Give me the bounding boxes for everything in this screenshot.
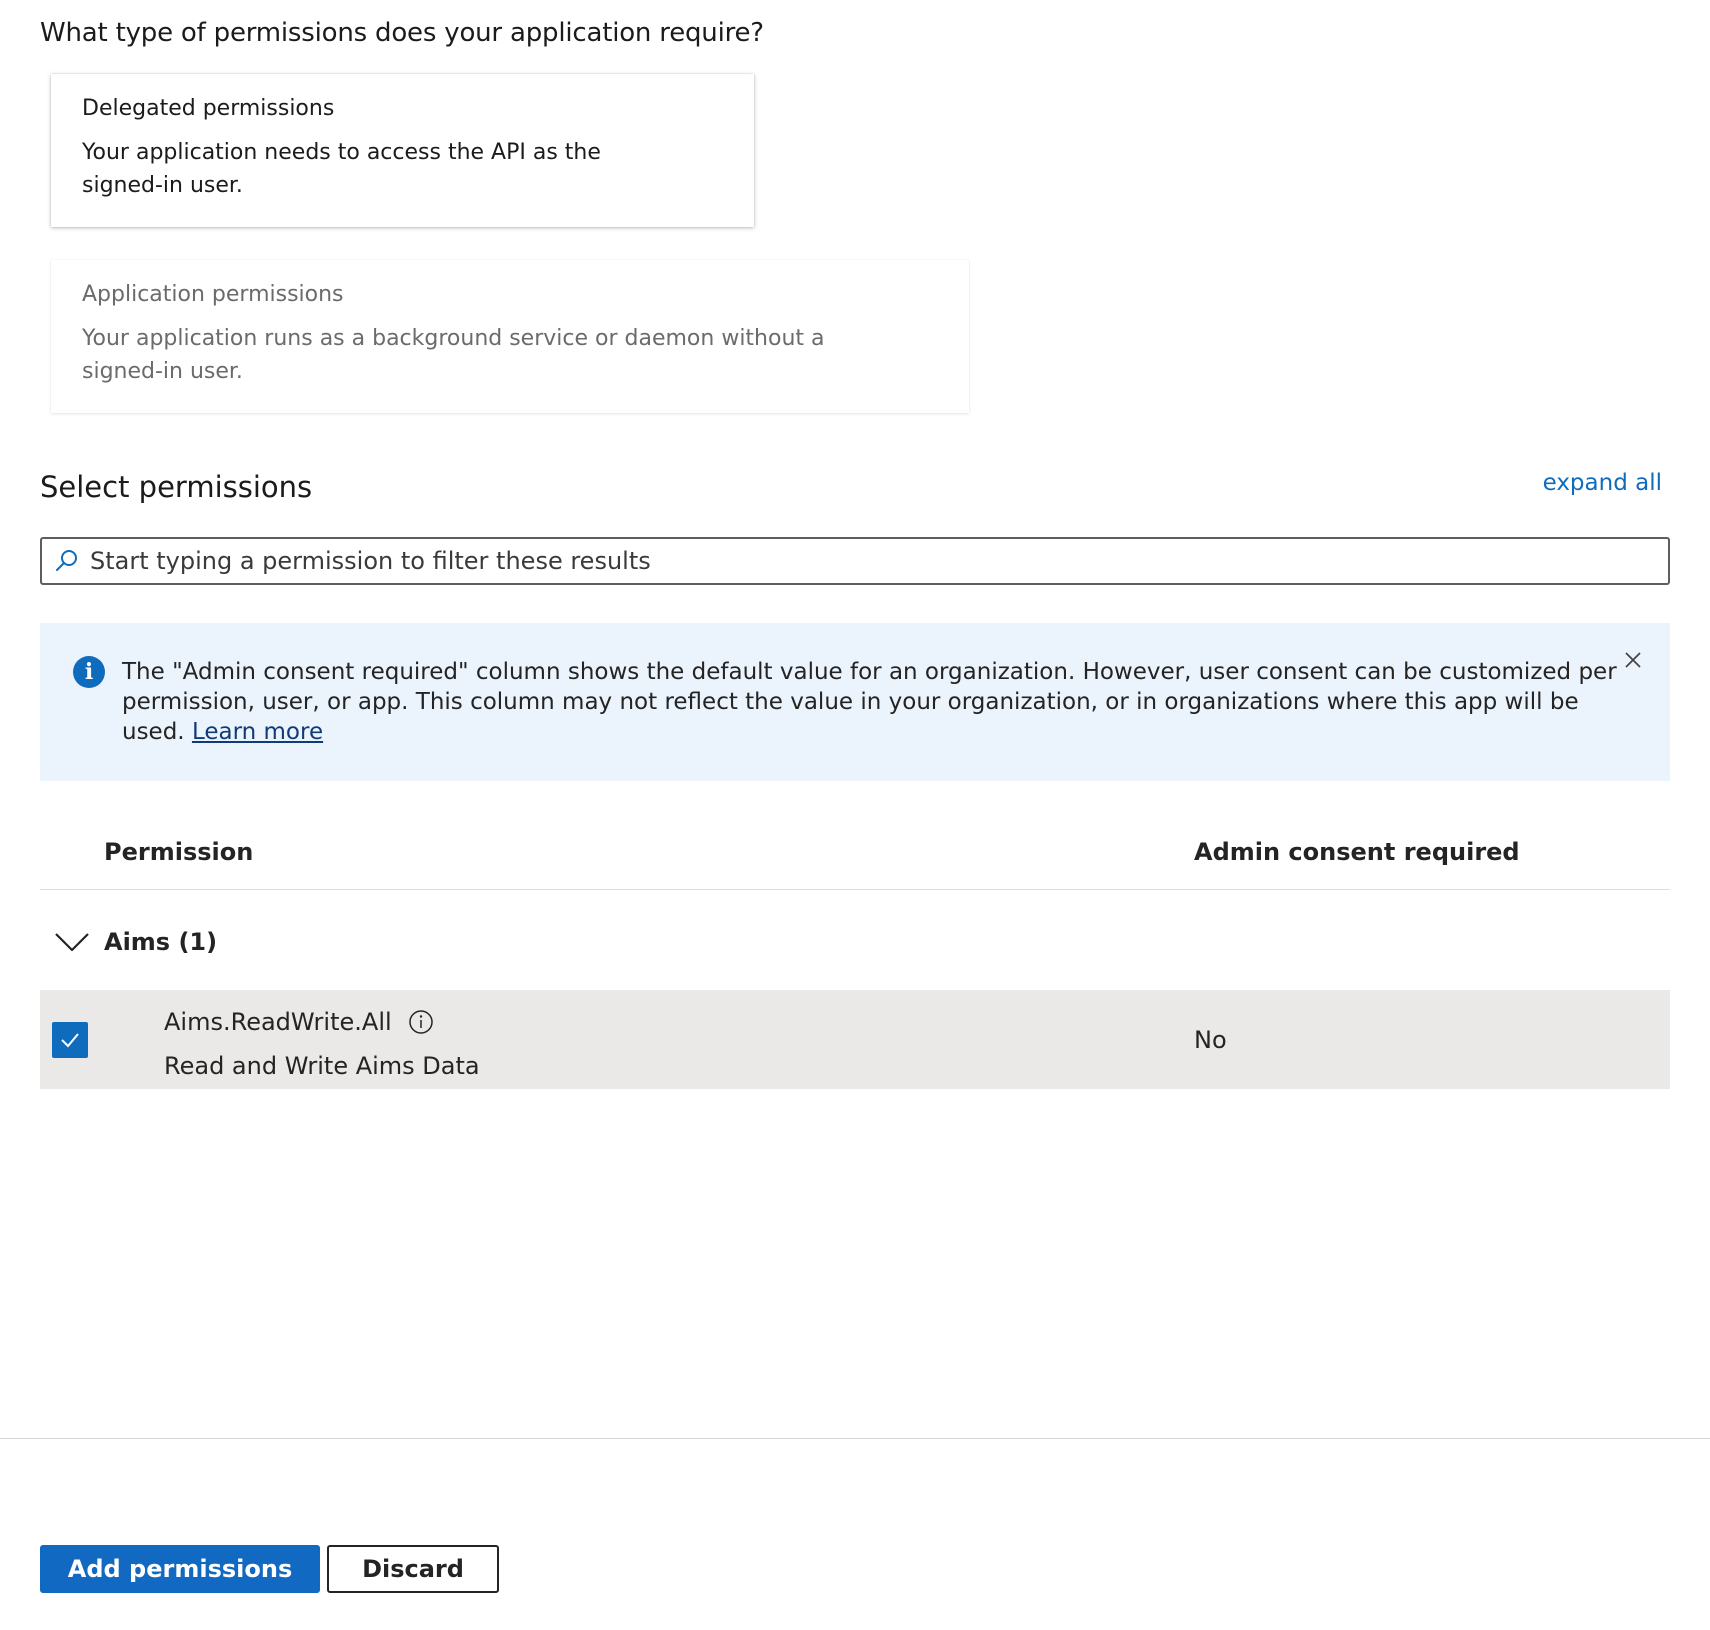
admin-consent-value: No [1194, 1026, 1227, 1054]
table-row[interactable]: Aims.ReadWrite.All Read and Write Aims D… [40, 990, 1670, 1089]
info-icon[interactable] [408, 1009, 434, 1035]
permission-name: Aims.ReadWrite.All [164, 1008, 392, 1036]
application-permissions-card[interactable]: Application permissions Your application… [51, 260, 969, 413]
checkmark-icon [61, 1033, 79, 1048]
column-header-admin-consent: Admin consent required [1194, 838, 1520, 866]
info-message: The "Admin consent required" column show… [122, 657, 1622, 747]
close-icon[interactable] [1618, 645, 1648, 675]
card-description: Your application needs to access the API… [82, 140, 601, 198]
card-title: Application permissions [82, 282, 344, 307]
permission-checkbox[interactable] [52, 1022, 88, 1058]
add-permissions-button[interactable]: Add permissions [40, 1545, 320, 1593]
admin-consent-info-bar: i The "Admin consent required" column sh… [40, 623, 1670, 781]
permission-group-aims[interactable]: Aims (1) [40, 912, 217, 972]
info-message-text: The "Admin consent required" column show… [122, 659, 1617, 745]
permissions-type-question: What type of permissions does your appli… [40, 18, 764, 48]
footer-divider [0, 1438, 1710, 1439]
group-label: Aims (1) [104, 928, 218, 956]
chevron-down-icon[interactable] [52, 927, 92, 957]
select-permissions-title: Select permissions [40, 470, 313, 504]
permission-search-box[interactable] [40, 537, 1670, 585]
learn-more-link[interactable]: Learn more [192, 719, 323, 745]
permission-description: Read and Write Aims Data [164, 1052, 480, 1080]
info-icon: i [73, 656, 105, 688]
delegated-permissions-card[interactable]: Delegated permissions Your application n… [51, 74, 754, 227]
permission-search-input[interactable] [90, 541, 1668, 581]
table-header-divider [40, 889, 1670, 890]
card-title: Delegated permissions [82, 96, 335, 121]
search-icon [52, 546, 82, 576]
expand-all-link[interactable]: expand all [1543, 470, 1662, 496]
discard-button[interactable]: Discard [327, 1545, 499, 1593]
permission-name-cell: Aims.ReadWrite.All [164, 1008, 434, 1036]
column-header-permission: Permission [104, 838, 254, 866]
card-description: Your application runs as a background se… [82, 326, 825, 384]
